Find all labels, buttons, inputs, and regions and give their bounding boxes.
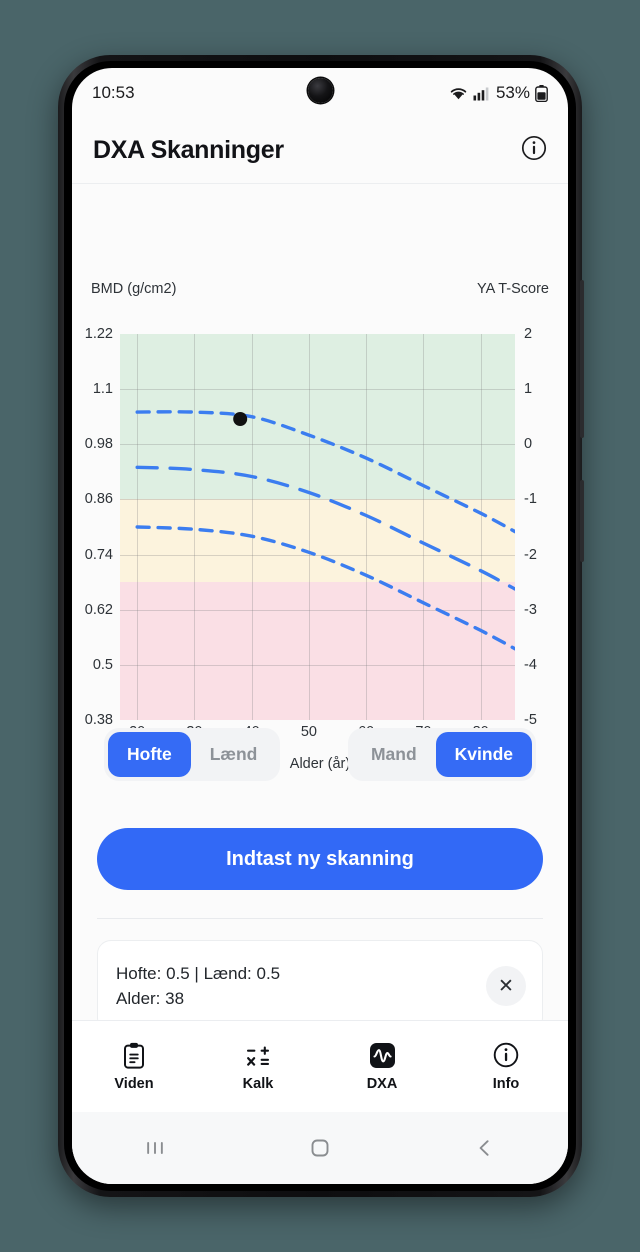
phone-screen: 10:53 53% DXA Skanninger BMD (g/cm2) YA … [72, 68, 568, 1184]
y-tick-right: 0 [524, 436, 533, 453]
tab-label-kalk: Kalk [242, 1075, 274, 1092]
y-tick-right: -5 [524, 712, 537, 728]
close-x-icon[interactable]: ✕ [486, 966, 526, 1006]
y-tick-right: -3 [524, 601, 537, 618]
y-tick-left: 0.98 [84, 436, 113, 453]
scan-record-text: Hofte: 0.5 | Lænd: 0.5 Alder: 38 [116, 964, 280, 1009]
battery-percent: 53% [495, 83, 530, 102]
tab-label-dxa: DXA [366, 1075, 398, 1092]
status-time: 10:53 [92, 83, 135, 102]
back-chevron-icon[interactable] [455, 1128, 515, 1168]
y-tick-right: 2 [524, 326, 533, 342]
info-circle-icon [493, 1042, 519, 1069]
app-header: DXA Skanninger [72, 118, 568, 184]
tab-dxa[interactable]: DXA [320, 1042, 444, 1092]
activity-waveform-icon [369, 1042, 396, 1069]
page-title: DXA Skanninger [93, 136, 284, 164]
scan-record-values: Hofte: 0.5 | Lænd: 0.5 [116, 963, 281, 983]
y-tick-left: 0.86 [84, 491, 113, 508]
tab-label-info: Info [492, 1075, 520, 1092]
chart-curve-0 [135, 410, 515, 534]
calculator-symbols-icon [245, 1042, 272, 1069]
y-tick-left: 1.22 [84, 326, 113, 342]
tab-kalk[interactable]: Kalk [196, 1042, 320, 1092]
android-nav-bar [72, 1112, 568, 1184]
power-button[interactable] [580, 480, 584, 562]
clipboard-icon [122, 1042, 146, 1069]
chart-point-patient-scan[interactable] [233, 412, 248, 426]
segment-site-lænd[interactable]: Lænd [191, 732, 277, 777]
y-tick-right: 1 [524, 381, 533, 398]
tab-label-viden: Viden [114, 1075, 154, 1092]
chart-curves [135, 410, 515, 651]
dxa-chart: BMD (g/cm2) YA T-Score 1.22 1.1 0.98 0.86 0.… [72, 186, 568, 786]
chart-plot-wrapper: 1.22 1.1 0.98 0.86 0.74 0.62 0.5 0.38 2 1 0 -1 -2 -3… [72, 316, 568, 772]
info-circle-icon[interactable] [521, 135, 547, 166]
chart-y-axis-label: BMD (g/cm2) [91, 281, 177, 297]
bottom-tab-bar: Viden Kalk DXA Info [72, 1020, 568, 1112]
front-camera-icon [308, 78, 333, 103]
segment-sex-kvinde[interactable]: Kvinde [435, 732, 532, 777]
y-tick-left: 0.5 [92, 656, 113, 673]
add-scan-button[interactable]: Indtast ny skanning [97, 828, 543, 890]
home-square-icon[interactable] [290, 1128, 350, 1168]
chart-y2-axis-label: YA T-Score [477, 281, 549, 297]
site-toggle[interactable]: Hofte Lænd [104, 728, 281, 781]
y-tick-left: 0.62 [84, 601, 113, 618]
recents-bars-icon[interactable] [125, 1128, 185, 1168]
scan-record-age: Alder: 38 [116, 988, 185, 1008]
y-tick-right: -4 [524, 656, 537, 673]
y-tick-left: 1.1 [92, 381, 113, 398]
chart-curve-1 [135, 465, 515, 591]
wifi-icon [449, 86, 468, 101]
chart-curve-2 [135, 525, 515, 651]
scan-record-card[interactable]: Hofte: 0.5 | Lænd: 0.5 Alder: 38 ✕ [97, 940, 543, 1032]
toggle-row: Hofte Lænd Mand Kvinde [72, 728, 568, 781]
y-tick-right: -2 [524, 546, 537, 563]
y-tick-left: 0.74 [84, 546, 113, 563]
battery-icon [535, 84, 548, 102]
status-icons: 53% [449, 83, 548, 103]
y-tick-right: -1 [524, 491, 537, 508]
volume-button[interactable] [580, 280, 584, 438]
segment-site-hofte[interactable]: Hofte [108, 732, 191, 777]
cellular-signal-icon [473, 86, 489, 101]
section-divider [97, 918, 543, 919]
y-tick-left: 0.38 [84, 712, 113, 728]
sex-toggle[interactable]: Mand Kvinde [347, 728, 536, 781]
tab-viden[interactable]: Viden [72, 1042, 196, 1092]
tab-info[interactable]: Info [444, 1042, 568, 1092]
chart-plot-area [120, 334, 515, 720]
segment-sex-mand[interactable]: Mand [352, 732, 436, 777]
